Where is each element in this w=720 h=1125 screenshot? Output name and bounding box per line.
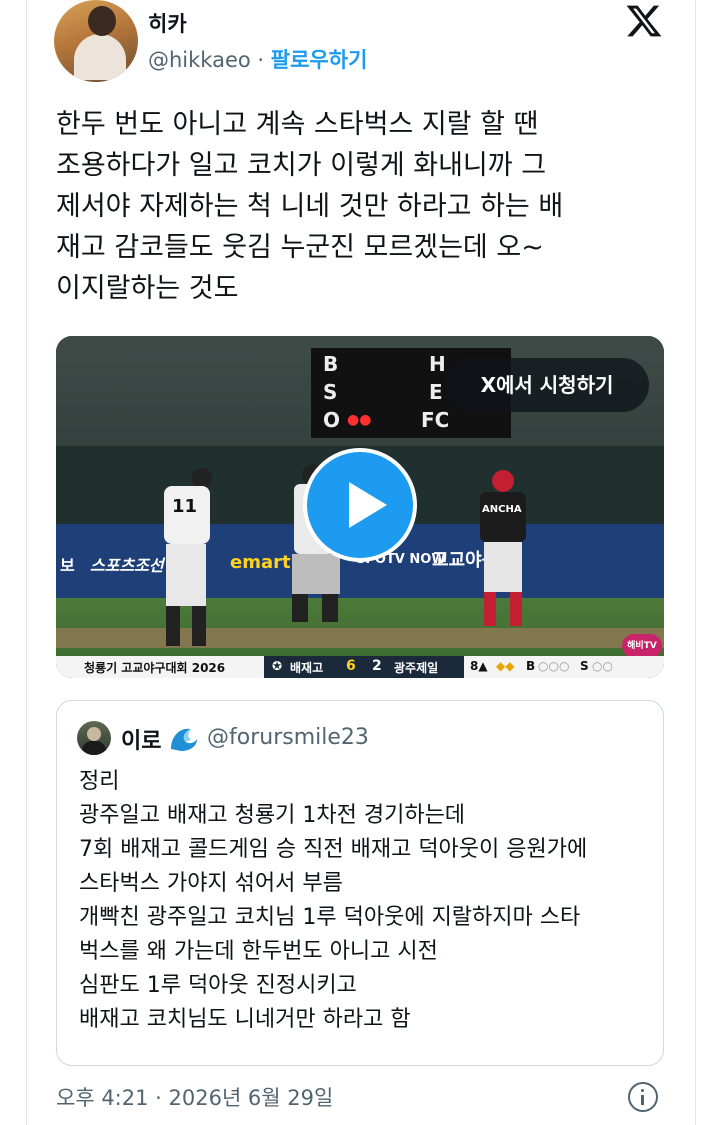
author-name[interactable]: 히카: [148, 8, 187, 38]
quoted-author-name[interactable]: 이로: [121, 723, 161, 755]
scoreboard-fc: FC: [421, 408, 450, 432]
count-s: S: [580, 659, 589, 673]
wall-ad: 스포츠조선: [90, 556, 164, 575]
runner: ANCHA: [470, 470, 534, 630]
separator: ·: [257, 48, 265, 72]
broadcast-logo: 해비TV: [622, 634, 662, 658]
team-home: 배재고: [290, 661, 324, 675]
score-bar: 청룡기 고교야구대회 2026 ✪ 배재고 6 2 광주제일 8▲ ◆◆ B ○…: [56, 656, 664, 678]
runner-jersey: ANCHA: [482, 504, 522, 515]
quoted-text: 정리 광주일고 배재고 청룡기 1차전 경기하는데 7회 배재고 콜드게임 승 …: [79, 769, 588, 1032]
scoreboard-h: H: [429, 352, 446, 376]
timestamp[interactable]: 오후 4:21 · 2026년 6월 29일: [56, 1082, 333, 1112]
wall-ad: 보: [60, 556, 75, 575]
play-icon[interactable]: [303, 448, 417, 562]
info-icon[interactable]: [628, 1082, 658, 1112]
quoted-author-handle[interactable]: @forursmile23: [207, 725, 369, 750]
quoted-tweet[interactable]: 이로 @forursmile23 정리 광주일고 배재고 청룡기 1차전 경기하…: [56, 700, 664, 1066]
wave-emoji-icon: [171, 728, 197, 751]
quoted-avatar[interactable]: [77, 721, 111, 755]
player-11: 11: [154, 468, 218, 654]
inning: 8▲: [470, 659, 488, 673]
author-handle-row: @hikkaeo · 팔로우하기: [148, 44, 367, 74]
player-number: 11: [172, 496, 198, 517]
author-avatar[interactable]: [54, 0, 138, 82]
scoreboard-o: O: [323, 408, 341, 432]
wall-ad: emart: [230, 552, 291, 573]
video-player[interactable]: B S O ●● H E FC 보 스포츠조선 emart SPOTV NOW …: [56, 336, 664, 678]
score-home: 6: [346, 658, 356, 674]
team-home-icon: ✪: [272, 659, 283, 673]
count-s-dots: ○○: [592, 659, 613, 673]
scoreboard-b: B: [323, 352, 339, 376]
author-handle[interactable]: @hikkaeo: [148, 48, 251, 72]
tournament-name: 청룡기 고교야구대회 2026: [84, 661, 226, 675]
count-b-dots: ○○○: [538, 659, 570, 673]
follow-button[interactable]: 팔로우하기: [271, 48, 368, 72]
bases-icon: ◆◆: [496, 659, 515, 673]
scoreboard-s: S: [323, 380, 338, 404]
count-b: B: [526, 659, 536, 673]
tweet-text: 한두 번도 아니고 계속 스타벅스 지랄 할 땐 조용하다가 일고 코치가 이렇…: [56, 109, 564, 304]
score-away: 2: [372, 658, 382, 674]
scoreboard-e: E: [429, 380, 443, 404]
team-away: 광주제일: [394, 661, 439, 675]
x-logo-icon[interactable]: [624, 2, 664, 40]
watch-on-x-button[interactable]: X에서 시청하기: [445, 358, 649, 412]
